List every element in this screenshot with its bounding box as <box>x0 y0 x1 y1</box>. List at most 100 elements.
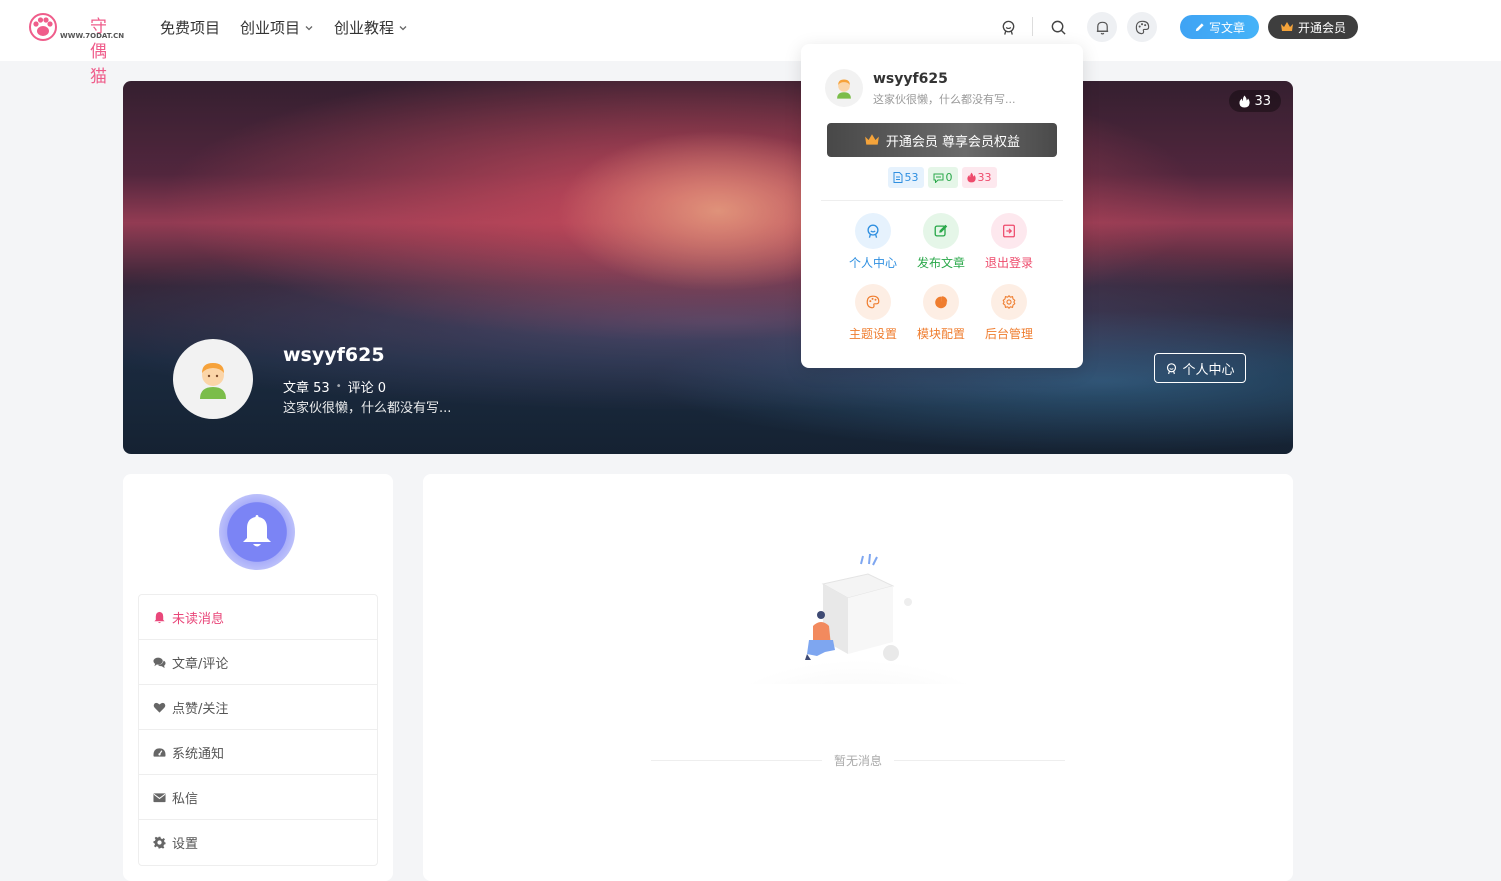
action-label: 个人中心 <box>848 256 897 270</box>
comment-icon <box>933 173 943 183</box>
message-menu: 未读消息 文章/评论 点赞/关注 系统通知 私信 设置 <box>138 594 378 866</box>
articles-count[interactable]: 文章 53 <box>283 377 330 396</box>
empty-box-illustration <box>743 554 973 684</box>
comments-icon <box>153 657 166 668</box>
open-vip-button[interactable]: 开通会员 <box>1268 15 1358 39</box>
nav-startup-projects[interactable]: 创业项目 <box>240 17 314 38</box>
top-header: 守偶猫 WWW.7ODAT.CN 免费项目 创业项目 创业教程 写文章 开通会员 <box>0 0 1501 87</box>
comments-count: 0 <box>945 171 953 184</box>
chevron-down-icon <box>399 25 407 30</box>
vip-promo-label: 开通会员 尊享会员权益 <box>885 134 1021 150</box>
posts-badge[interactable]: 53 <box>887 167 924 188</box>
comments-badge[interactable]: 0 <box>927 167 958 188</box>
write-article-label: 写文章 <box>1208 20 1245 35</box>
action-module-config[interactable]: 模块配置 <box>907 284 975 342</box>
dropdown-avatar[interactable] <box>825 69 863 107</box>
gear-icon <box>1002 295 1016 309</box>
comments-count[interactable]: 评论 0 <box>348 377 386 396</box>
action-label: 发布文章 <box>916 256 965 270</box>
dropdown-actions: 个人中心 发布文章 退出登录 主题设置 模块配置 后台管理 <box>839 213 1049 342</box>
action-label: 退出登录 <box>984 256 1033 270</box>
bell-icon <box>1096 21 1108 34</box>
dropdown-stats: 53 0 33 <box>801 167 1083 188</box>
menu-system-notices[interactable]: 系统通知 <box>139 730 377 775</box>
action-icon-wrap <box>855 213 891 249</box>
document-icon <box>893 172 902 183</box>
nav-free-projects[interactable]: 免费项目 <box>160 17 220 38</box>
action-icon-wrap <box>923 213 959 249</box>
action-label: 主题设置 <box>848 327 897 341</box>
menu-label: 设置 <box>172 837 199 852</box>
profile-stats: 文章 53 • 评论 0 <box>283 377 386 396</box>
action-admin[interactable]: 后台管理 <box>975 284 1043 342</box>
pencil-icon <box>1195 22 1204 31</box>
user-badge-icon <box>1167 362 1177 374</box>
header-divider <box>1032 17 1033 36</box>
action-theme-settings[interactable]: 主题设置 <box>839 284 907 342</box>
site-logo[interactable]: 守偶猫 WWW.7ODAT.CN <box>28 10 124 87</box>
dropdown-description: 这家伙很懒，什么都没有写... <box>873 93 1016 106</box>
crown-icon <box>865 134 879 145</box>
hot-count-badge: 33 <box>1229 90 1281 112</box>
action-icon-wrap <box>923 284 959 320</box>
menu-label: 文章/评论 <box>172 656 229 672</box>
pie-chart-icon <box>935 294 949 309</box>
write-article-button[interactable]: 写文章 <box>1180 15 1259 39</box>
posts-count: 53 <box>904 171 919 184</box>
sidebar-bell-badge <box>219 494 295 570</box>
nav-label: 创业教程 <box>334 19 395 37</box>
search-button[interactable] <box>1043 12 1073 42</box>
action-icon-wrap <box>855 284 891 320</box>
theme-button[interactable] <box>1127 12 1157 42</box>
menu-likes-follows[interactable]: 点赞/关注 <box>139 685 377 730</box>
menu-label: 未读消息 <box>172 611 225 627</box>
message-sidebar: 未读消息 文章/评论 点赞/关注 系统通知 私信 设置 <box>123 474 393 881</box>
main-nav: 免费项目 创业项目 创业教程 <box>160 17 408 38</box>
personal-center-button[interactable]: 个人中心 <box>1154 353 1246 383</box>
menu-unread-messages[interactable]: 未读消息 <box>139 595 377 640</box>
menu-settings[interactable]: 设置 <box>139 820 377 865</box>
empty-message: 暂无消息 <box>423 752 1293 769</box>
bell-icon <box>243 515 271 547</box>
action-icon-wrap <box>991 284 1027 320</box>
action-logout[interactable]: 退出登录 <box>975 213 1043 271</box>
separator-dot: • <box>335 381 342 392</box>
profile-description: 这家伙很懒，什么都没有写... <box>283 401 452 416</box>
profile-banner: 33 wsyyf625 文章 53 • 评论 0 这家伙很懒，什么都没有写...… <box>123 81 1293 454</box>
nav-label: 免费项目 <box>160 19 221 37</box>
profile-username: wsyyf625 <box>283 344 385 366</box>
action-icon-wrap <box>991 213 1027 249</box>
hot-badge[interactable]: 33 <box>961 167 997 188</box>
user-dropdown-menu: wsyyf625 这家伙很懒，什么都没有写... 开通会员 尊享会员权益 53 … <box>801 44 1083 368</box>
action-label: 后台管理 <box>984 327 1033 341</box>
action-personal-center[interactable]: 个人中心 <box>839 213 907 271</box>
action-publish-article[interactable]: 发布文章 <box>907 213 975 271</box>
empty-message-text: 暂无消息 <box>821 754 894 768</box>
chevron-down-icon <box>305 25 313 30</box>
dropdown-username: wsyyf625 <box>873 71 948 87</box>
default-avatar-icon <box>837 79 851 99</box>
search-icon <box>1051 20 1066 35</box>
gear-icon <box>153 836 166 849</box>
avatar[interactable] <box>173 339 253 419</box>
palette-icon <box>1135 20 1149 34</box>
open-vip-label: 开通会员 <box>1297 20 1346 35</box>
palette-icon <box>866 295 880 309</box>
menu-label: 系统通知 <box>172 746 225 762</box>
nav-label: 创业项目 <box>240 19 301 37</box>
fire-icon <box>1239 95 1251 107</box>
user-badge-icon <box>867 224 879 238</box>
personal-center-label: 个人中心 <box>1182 362 1235 378</box>
menu-articles-comments[interactable]: 文章/评论 <box>139 640 377 685</box>
vip-promo-button[interactable]: 开通会员 尊享会员权益 <box>827 123 1057 157</box>
message-content-panel: 暂无消息 <box>423 474 1293 881</box>
user-badge-button[interactable] <box>993 12 1023 42</box>
menu-private-messages[interactable]: 私信 <box>139 775 377 820</box>
bell-icon <box>154 611 165 623</box>
nav-startup-tutorials[interactable]: 创业教程 <box>334 17 408 38</box>
logout-icon <box>1003 224 1015 238</box>
logo-text: 守偶猫 <box>90 17 108 87</box>
heart-icon <box>153 702 166 713</box>
notification-button[interactable] <box>1087 12 1117 42</box>
hot-count: 33 <box>977 171 992 184</box>
